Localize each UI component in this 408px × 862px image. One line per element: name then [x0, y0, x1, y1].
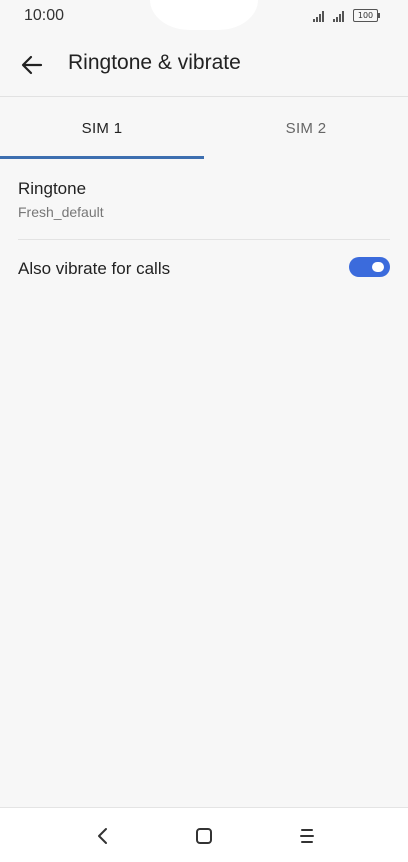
ringtone-title: Ringtone — [18, 179, 87, 198]
divider — [18, 239, 390, 240]
signal-strength-icon — [333, 11, 344, 22]
tab-sim-2[interactable]: SIM 2 — [204, 97, 408, 159]
nav-back-button[interactable] — [89, 822, 117, 850]
sim-tabs: SIM 1 SIM 2 — [0, 97, 408, 159]
system-nav-bar — [0, 807, 408, 862]
signal-strength-icon — [313, 11, 324, 22]
ringtone-value: Fresh_default — [18, 204, 104, 220]
app-bar: Ringtone & vibrate — [0, 34, 408, 97]
battery-icon: 100 — [353, 9, 378, 22]
vibrate-label: Also vibrate for calls — [18, 259, 171, 278]
nav-menu-button[interactable] — [293, 822, 321, 850]
camera-notch — [150, 0, 258, 30]
status-bar: 10:00 100 — [0, 0, 408, 34]
battery-tip — [378, 13, 380, 18]
page-title: Ringtone & vibrate — [68, 51, 241, 74]
tab-label: SIM 2 — [285, 119, 327, 137]
vibrate-setting: Also vibrate for calls — [0, 241, 408, 297]
tab-sim-1[interactable]: SIM 1 — [0, 97, 204, 159]
vibrate-toggle[interactable] — [349, 257, 390, 277]
tab-label: SIM 1 — [81, 119, 123, 137]
nav-back-icon — [98, 828, 107, 844]
back-button[interactable] — [14, 47, 50, 83]
nav-home-icon — [196, 828, 212, 844]
status-time: 10:00 — [24, 7, 65, 24]
nav-home-button[interactable] — [190, 822, 218, 850]
ringtone-setting[interactable]: Ringtone Fresh_default — [0, 168, 408, 238]
toggle-knob — [372, 262, 384, 272]
nav-menu-icon — [300, 829, 314, 843]
active-tab-indicator — [0, 156, 204, 159]
arrow-left-icon — [21, 55, 43, 75]
